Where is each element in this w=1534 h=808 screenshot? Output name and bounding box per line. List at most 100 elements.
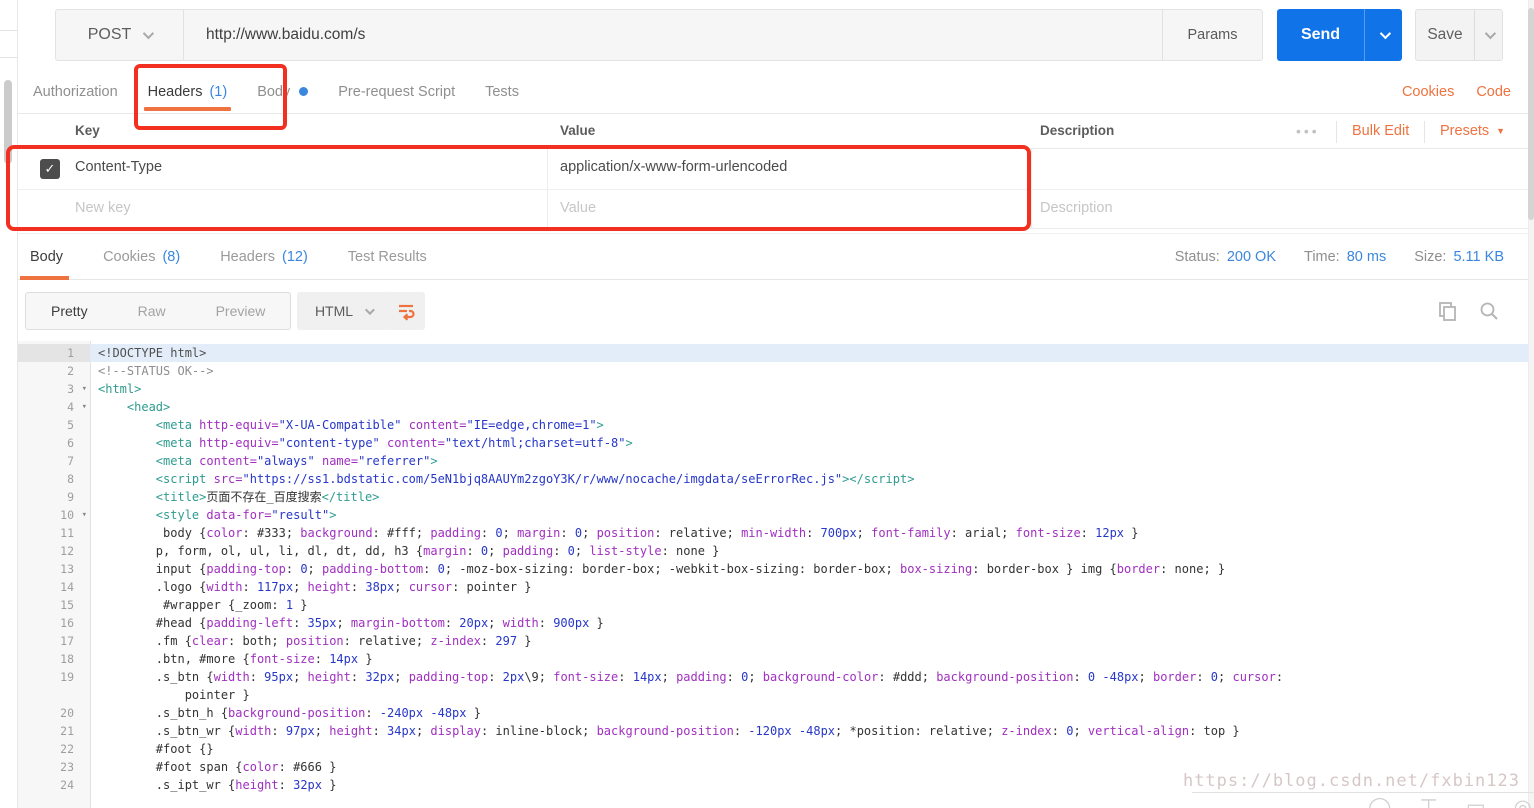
viewer-actions bbox=[1436, 292, 1500, 330]
send-options-caret[interactable] bbox=[1364, 9, 1402, 61]
response-tab-body[interactable]: Body bbox=[19, 234, 70, 280]
divider bbox=[0, 57, 17, 58]
code-line: 14 .logo {width: 117px; height: 38px; cu… bbox=[18, 578, 1528, 596]
save-options-caret[interactable] bbox=[1474, 10, 1502, 60]
response-tab-headers[interactable]: Headers (12) bbox=[220, 234, 308, 279]
divider bbox=[547, 190, 548, 228]
time-value: 80 ms bbox=[1346, 248, 1387, 265]
mode-pretty[interactable]: Pretty bbox=[26, 293, 113, 329]
right-scrollbar-thumb[interactable] bbox=[1528, 8, 1534, 220]
row-checkbox[interactable]: ✓ bbox=[40, 159, 60, 179]
tab-headers[interactable]: Headers (1) bbox=[143, 70, 231, 113]
fold-arrow-icon[interactable]: ▾ bbox=[82, 380, 87, 398]
time-indicator: Time: 80 ms bbox=[1304, 248, 1387, 265]
right-scrollbar-track[interactable] bbox=[1528, 0, 1534, 808]
body-modified-dot-icon bbox=[299, 87, 309, 96]
kv-key-cell[interactable]: Content-Type bbox=[75, 159, 162, 175]
method-label: POST bbox=[87, 26, 132, 43]
code-line: 15 #wrapper {_zoom: 1 } bbox=[18, 596, 1528, 614]
code-line: 16 #head {padding-left: 35px; margin-bot… bbox=[18, 614, 1528, 632]
line-number-gutter: 6 bbox=[67, 436, 74, 450]
line-number-gutter: 2 bbox=[67, 364, 74, 378]
code-line: 1 <!DOCTYPE html> bbox=[18, 344, 1528, 362]
search-icon[interactable] bbox=[1478, 300, 1500, 322]
code-line: pointer } bbox=[18, 686, 1528, 704]
more-options-icon[interactable]: ••• bbox=[1296, 114, 1320, 148]
wrap-lines-icon bbox=[399, 304, 415, 321]
bulk-edit-button[interactable]: Bulk Edit bbox=[1352, 114, 1409, 148]
mode-preview[interactable]: Preview bbox=[191, 293, 291, 329]
kv-value-cell[interactable]: application/x-www-form-urlencoded bbox=[560, 159, 787, 175]
postman-window: POST http://www.baidu.com/s Params Send … bbox=[0, 0, 1534, 808]
language-dropdown[interactable]: HTML bbox=[297, 292, 390, 330]
code-line: 2 <!--STATUS OK--> bbox=[18, 362, 1528, 380]
size-value: 5.11 KB bbox=[1453, 248, 1504, 265]
request-url-bar: POST http://www.baidu.com/s Params Send … bbox=[18, 0, 1528, 68]
line-number-gutter bbox=[18, 686, 90, 704]
code-line: 4 ▾ <head> bbox=[18, 398, 1528, 416]
wrap-lines-button[interactable] bbox=[387, 292, 425, 330]
status-indicator: Status: 200 OK bbox=[1174, 248, 1276, 265]
response-tab-cookies[interactable]: Cookies (8) bbox=[103, 234, 180, 279]
code-line: 7 <meta content="always" name="referrer"… bbox=[18, 452, 1528, 470]
code-line: 10 ▾ <style data-for="result"> bbox=[18, 506, 1528, 524]
line-number-gutter: 11 bbox=[60, 526, 74, 540]
header-row-content-type: ✓ Content-Type application/x-www-form-ur… bbox=[18, 149, 1528, 189]
params-button[interactable]: Params bbox=[1162, 10, 1262, 60]
method-dropdown[interactable]: POST bbox=[56, 10, 184, 60]
line-number-gutter: 14 bbox=[60, 580, 74, 594]
line-number-gutter: 8 bbox=[67, 472, 74, 486]
code-line: 9 <title>页面不存在_百度搜索</title> bbox=[18, 488, 1528, 506]
cookies-link[interactable]: Cookies bbox=[1402, 84, 1454, 100]
line-number-gutter: 10 ▾ bbox=[60, 506, 87, 524]
kv-table-header: Key Value Description ••• Bulk Edit Pres… bbox=[18, 113, 1528, 149]
target-icon: ◎ bbox=[1513, 796, 1532, 808]
line-number-gutter: 4 ▾ bbox=[67, 398, 87, 416]
code-line: 12 p, form, ol, ul, li, dl, dt, dd, h3 {… bbox=[18, 542, 1528, 560]
response-viewer-toolbar: Pretty Raw Preview HTML bbox=[18, 288, 1528, 336]
response-meta: Status: 200 OK Time: 80 ms Size: 5.11 KB bbox=[1175, 234, 1504, 279]
code-line: 3 ▾ <html> bbox=[18, 380, 1528, 398]
save-label: Save bbox=[1427, 26, 1463, 43]
chevron-down-icon bbox=[1379, 27, 1391, 40]
response-body-code-viewer[interactable]: 1 <!DOCTYPE html> 2 <!--STATUS OK--> 3 ▾ <html… bbox=[18, 341, 1528, 808]
line-number-gutter: 17 bbox=[60, 634, 74, 648]
code-line: 20 .s_btn_h {background-position: -240px… bbox=[18, 704, 1528, 722]
presets-dropdown[interactable]: Presets ▼ bbox=[1440, 114, 1505, 148]
code-line: 21 .s_btn_wr {width: 97px; height: 34px;… bbox=[18, 722, 1528, 740]
circle-icon: ◯ bbox=[1368, 796, 1392, 808]
code-line: 5 <meta http-equiv="X-UA-Compatible" con… bbox=[18, 416, 1528, 434]
send-button[interactable]: Send bbox=[1277, 9, 1402, 61]
watermark-underline bbox=[1192, 792, 1534, 793]
code-link[interactable]: Code bbox=[1476, 84, 1511, 100]
status-value: 200 OK bbox=[1226, 248, 1276, 265]
left-scrollbar-thumb[interactable] bbox=[4, 80, 12, 164]
response-headers-count-badge: (12) bbox=[282, 248, 308, 265]
line-number-gutter: 1 bbox=[18, 344, 90, 362]
chevron-down-icon bbox=[143, 27, 155, 40]
line-number-gutter: 22 bbox=[60, 742, 74, 756]
new-value-input[interactable]: Value bbox=[560, 200, 596, 216]
tab-tests[interactable]: Tests bbox=[485, 70, 519, 113]
tab-pre-request-script[interactable]: Pre-request Script bbox=[338, 70, 455, 113]
mode-raw[interactable]: Raw bbox=[113, 293, 191, 329]
code-line: 17 .fm {clear: both; position: relative;… bbox=[18, 632, 1528, 650]
code-line: 6 <meta http-equiv="content-type" conten… bbox=[18, 434, 1528, 452]
copy-icon[interactable] bbox=[1436, 300, 1458, 322]
caret-down-icon: ▼ bbox=[1496, 126, 1506, 136]
new-description-input[interactable]: Description bbox=[1040, 200, 1113, 216]
tab-authorization[interactable]: Authorization bbox=[33, 70, 118, 113]
fold-arrow-icon[interactable]: ▾ bbox=[82, 398, 87, 416]
fold-arrow-icon[interactable]: ▾ bbox=[82, 506, 87, 524]
url-input[interactable]: http://www.baidu.com/s bbox=[184, 10, 1162, 60]
line-number-gutter: 23 bbox=[60, 760, 74, 774]
response-tab-test-results[interactable]: Test Results bbox=[348, 234, 427, 279]
new-header-row: New key Value Description bbox=[18, 189, 1528, 229]
column-header-key: Key bbox=[75, 123, 100, 138]
tab-body[interactable]: Body bbox=[257, 70, 309, 113]
code-line: 11 body {color: #333; background: #fff; … bbox=[18, 524, 1528, 542]
line-number-gutter: 19 bbox=[60, 670, 74, 684]
save-button[interactable]: Save bbox=[1415, 9, 1503, 61]
new-key-input[interactable]: New key bbox=[75, 200, 131, 216]
line-number-gutter: 16 bbox=[60, 616, 74, 630]
